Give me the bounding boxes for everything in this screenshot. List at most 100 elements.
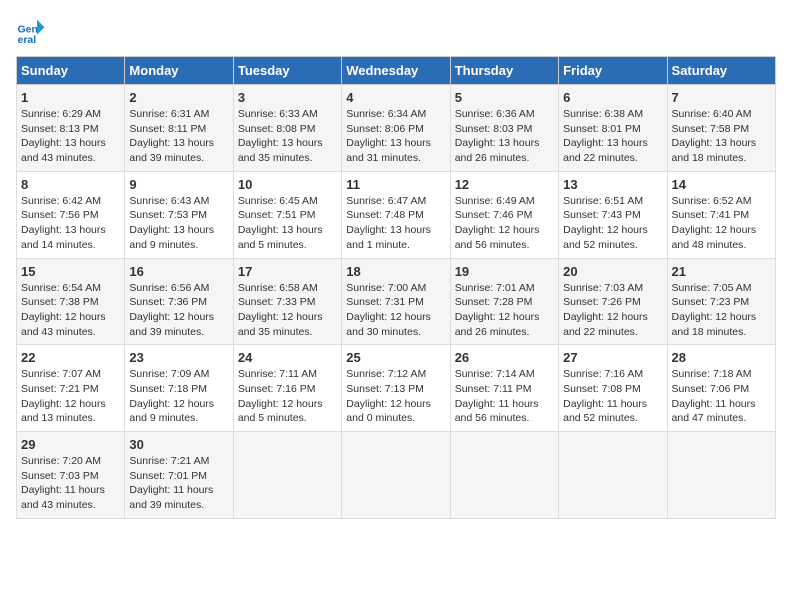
daylight-label: Daylight: 12 hours and 43 minutes. xyxy=(21,311,106,338)
svg-text:eral: eral xyxy=(18,34,37,46)
cell-content: Sunrise: 6:58 AM Sunset: 7:33 PM Dayligh… xyxy=(238,281,337,340)
calendar-cell: 8 Sunrise: 6:42 AM Sunset: 7:56 PM Dayli… xyxy=(17,171,125,258)
sunset-label: Sunset: 7:18 PM xyxy=(129,383,207,395)
sunrise-label: Sunrise: 7:05 AM xyxy=(672,282,752,294)
daylight-label: Daylight: 13 hours and 9 minutes. xyxy=(129,224,214,251)
sunset-label: Sunset: 7:48 PM xyxy=(346,209,424,221)
daylight-label: Daylight: 13 hours and 14 minutes. xyxy=(21,224,106,251)
cell-content: Sunrise: 6:33 AM Sunset: 8:08 PM Dayligh… xyxy=(238,107,337,166)
sunrise-label: Sunrise: 6:51 AM xyxy=(563,195,643,207)
cell-content: Sunrise: 7:01 AM Sunset: 7:28 PM Dayligh… xyxy=(455,281,554,340)
calendar-table: SundayMondayTuesdayWednesdayThursdayFrid… xyxy=(16,56,776,519)
daylight-label: Daylight: 12 hours and 35 minutes. xyxy=(238,311,323,338)
cell-content: Sunrise: 6:36 AM Sunset: 8:03 PM Dayligh… xyxy=(455,107,554,166)
sunrise-label: Sunrise: 6:43 AM xyxy=(129,195,209,207)
sunset-label: Sunset: 7:38 PM xyxy=(21,296,99,308)
sunrise-label: Sunrise: 7:16 AM xyxy=(563,368,643,380)
sunrise-label: Sunrise: 6:29 AM xyxy=(21,108,101,120)
daylight-label: Daylight: 13 hours and 22 minutes. xyxy=(563,137,648,164)
cell-content: Sunrise: 7:12 AM Sunset: 7:13 PM Dayligh… xyxy=(346,367,445,426)
calendar-cell: 2 Sunrise: 6:31 AM Sunset: 8:11 PM Dayli… xyxy=(125,85,233,172)
day-number: 16 xyxy=(129,264,228,279)
daylight-label: Daylight: 13 hours and 18 minutes. xyxy=(672,137,757,164)
calendar-cell: 4 Sunrise: 6:34 AM Sunset: 8:06 PM Dayli… xyxy=(342,85,450,172)
cell-content: Sunrise: 6:38 AM Sunset: 8:01 PM Dayligh… xyxy=(563,107,662,166)
daylight-label: Daylight: 12 hours and 18 minutes. xyxy=(672,311,757,338)
day-number: 13 xyxy=(563,177,662,192)
sunrise-label: Sunrise: 6:49 AM xyxy=(455,195,535,207)
daylight-label: Daylight: 12 hours and 26 minutes. xyxy=(455,311,540,338)
calendar-cell xyxy=(450,432,558,519)
daylight-label: Daylight: 12 hours and 52 minutes. xyxy=(563,224,648,251)
sunset-label: Sunset: 7:58 PM xyxy=(672,123,750,135)
cell-content: Sunrise: 6:34 AM Sunset: 8:06 PM Dayligh… xyxy=(346,107,445,166)
daylight-label: Daylight: 13 hours and 35 minutes. xyxy=(238,137,323,164)
cell-content: Sunrise: 6:56 AM Sunset: 7:36 PM Dayligh… xyxy=(129,281,228,340)
daylight-label: Daylight: 12 hours and 0 minutes. xyxy=(346,398,431,425)
day-number: 29 xyxy=(21,437,120,452)
day-number: 7 xyxy=(672,90,771,105)
sunrise-label: Sunrise: 7:07 AM xyxy=(21,368,101,380)
day-number: 25 xyxy=(346,350,445,365)
sunrise-label: Sunrise: 7:12 AM xyxy=(346,368,426,380)
calendar-week-row: 22 Sunrise: 7:07 AM Sunset: 7:21 PM Dayl… xyxy=(17,345,776,432)
calendar-cell: 17 Sunrise: 6:58 AM Sunset: 7:33 PM Dayl… xyxy=(233,258,341,345)
calendar-cell xyxy=(233,432,341,519)
cell-content: Sunrise: 6:54 AM Sunset: 7:38 PM Dayligh… xyxy=(21,281,120,340)
sunrise-label: Sunrise: 7:01 AM xyxy=(455,282,535,294)
calendar-week-row: 29 Sunrise: 7:20 AM Sunset: 7:03 PM Dayl… xyxy=(17,432,776,519)
daylight-label: Daylight: 13 hours and 31 minutes. xyxy=(346,137,431,164)
sunrise-label: Sunrise: 6:33 AM xyxy=(238,108,318,120)
cell-content: Sunrise: 7:16 AM Sunset: 7:08 PM Dayligh… xyxy=(563,367,662,426)
sunrise-label: Sunrise: 7:21 AM xyxy=(129,455,209,467)
calendar-week-row: 15 Sunrise: 6:54 AM Sunset: 7:38 PM Dayl… xyxy=(17,258,776,345)
day-number: 28 xyxy=(672,350,771,365)
daylight-label: Daylight: 11 hours and 39 minutes. xyxy=(129,484,213,511)
daylight-label: Daylight: 11 hours and 52 minutes. xyxy=(563,398,647,425)
day-number: 10 xyxy=(238,177,337,192)
sunrise-label: Sunrise: 7:09 AM xyxy=(129,368,209,380)
sunset-label: Sunset: 8:11 PM xyxy=(129,123,206,135)
calendar-cell: 9 Sunrise: 6:43 AM Sunset: 7:53 PM Dayli… xyxy=(125,171,233,258)
sunset-label: Sunset: 7:46 PM xyxy=(455,209,533,221)
sunset-label: Sunset: 7:06 PM xyxy=(672,383,750,395)
sunset-label: Sunset: 7:41 PM xyxy=(672,209,750,221)
header-wednesday: Wednesday xyxy=(342,57,450,85)
calendar-cell: 29 Sunrise: 7:20 AM Sunset: 7:03 PM Dayl… xyxy=(17,432,125,519)
calendar-cell: 12 Sunrise: 6:49 AM Sunset: 7:46 PM Dayl… xyxy=(450,171,558,258)
day-number: 9 xyxy=(129,177,228,192)
page-header: Gen eral xyxy=(16,16,776,46)
day-number: 1 xyxy=(21,90,120,105)
sunset-label: Sunset: 7:23 PM xyxy=(672,296,750,308)
sunrise-label: Sunrise: 6:36 AM xyxy=(455,108,535,120)
day-number: 5 xyxy=(455,90,554,105)
sunset-label: Sunset: 8:13 PM xyxy=(21,123,99,135)
calendar-cell: 21 Sunrise: 7:05 AM Sunset: 7:23 PM Dayl… xyxy=(667,258,775,345)
sunset-label: Sunset: 7:03 PM xyxy=(21,470,99,482)
sunset-label: Sunset: 7:13 PM xyxy=(346,383,424,395)
cell-content: Sunrise: 6:45 AM Sunset: 7:51 PM Dayligh… xyxy=(238,194,337,253)
calendar-cell: 6 Sunrise: 6:38 AM Sunset: 8:01 PM Dayli… xyxy=(559,85,667,172)
sunrise-label: Sunrise: 6:42 AM xyxy=(21,195,101,207)
header-tuesday: Tuesday xyxy=(233,57,341,85)
sunrise-label: Sunrise: 6:56 AM xyxy=(129,282,209,294)
day-number: 30 xyxy=(129,437,228,452)
calendar-cell: 5 Sunrise: 6:36 AM Sunset: 8:03 PM Dayli… xyxy=(450,85,558,172)
sunrise-label: Sunrise: 7:18 AM xyxy=(672,368,752,380)
day-number: 2 xyxy=(129,90,228,105)
sunrise-label: Sunrise: 6:34 AM xyxy=(346,108,426,120)
logo: Gen eral xyxy=(16,16,50,46)
daylight-label: Daylight: 11 hours and 47 minutes. xyxy=(672,398,756,425)
calendar-cell: 27 Sunrise: 7:16 AM Sunset: 7:08 PM Dayl… xyxy=(559,345,667,432)
daylight-label: Daylight: 12 hours and 9 minutes. xyxy=(129,398,214,425)
cell-content: Sunrise: 6:29 AM Sunset: 8:13 PM Dayligh… xyxy=(21,107,120,166)
daylight-label: Daylight: 13 hours and 43 minutes. xyxy=(21,137,106,164)
daylight-label: Daylight: 12 hours and 13 minutes. xyxy=(21,398,106,425)
calendar-cell: 7 Sunrise: 6:40 AM Sunset: 7:58 PM Dayli… xyxy=(667,85,775,172)
calendar-cell xyxy=(559,432,667,519)
day-number: 12 xyxy=(455,177,554,192)
calendar-cell: 11 Sunrise: 6:47 AM Sunset: 7:48 PM Dayl… xyxy=(342,171,450,258)
sunset-label: Sunset: 7:53 PM xyxy=(129,209,207,221)
header-monday: Monday xyxy=(125,57,233,85)
cell-content: Sunrise: 7:14 AM Sunset: 7:11 PM Dayligh… xyxy=(455,367,554,426)
